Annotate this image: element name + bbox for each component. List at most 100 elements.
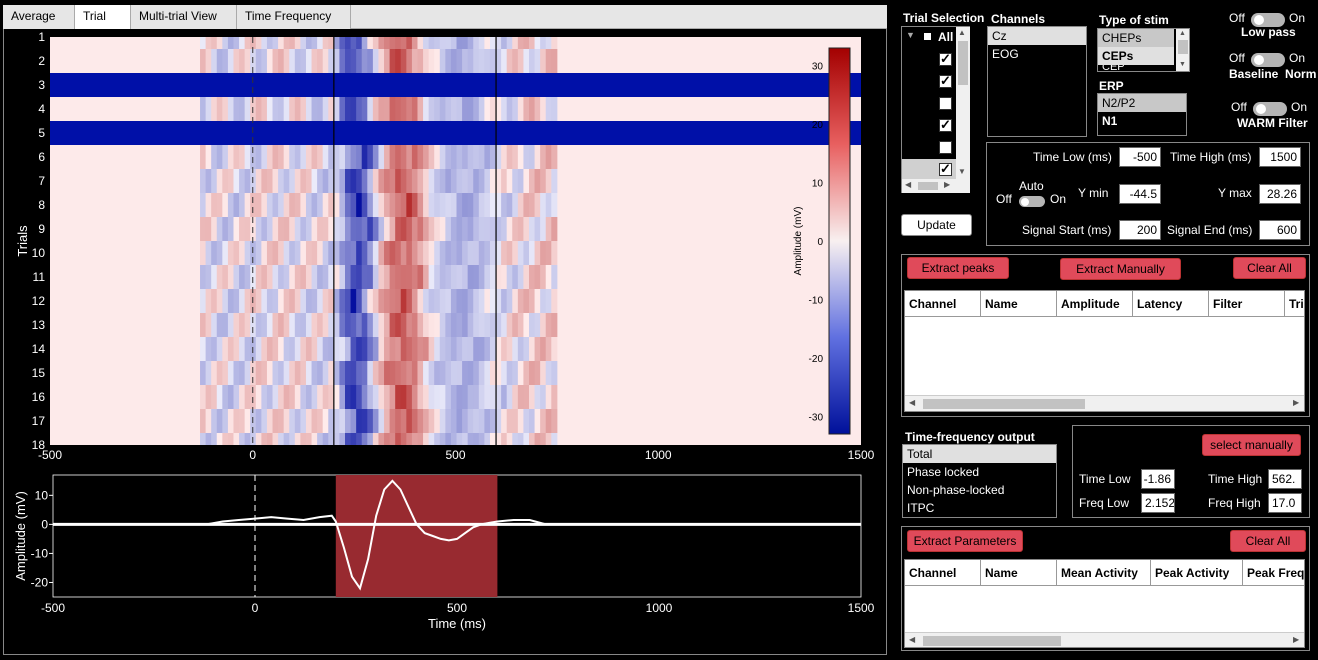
peaks-scroll-thumb[interactable]	[923, 399, 1085, 409]
peaks-col-filter[interactable]: Filter	[1209, 291, 1285, 317]
time-low-input[interactable]: -500	[1119, 147, 1161, 167]
peaks-scroll-left-icon[interactable]: ◀	[909, 398, 915, 407]
warm-filter-toggle[interactable]	[1253, 101, 1287, 116]
stim-scrollbar[interactable]: ▲ ▼	[1176, 29, 1189, 71]
erp-title: ERP	[1099, 79, 1124, 93]
channel-item-cz[interactable]: Cz	[988, 27, 1086, 45]
peaks-clear-all-button[interactable]: Clear All	[1233, 257, 1306, 279]
channels-listbox[interactable]: Cz EOG	[987, 26, 1087, 137]
baseline-toggle-group: Off On Baseline Norm	[1229, 51, 1317, 81]
channels-title: Channels	[991, 12, 1046, 26]
scroll-up-icon[interactable]: ▲	[958, 28, 966, 37]
erp-listbox[interactable]: N2/P2 N1	[1097, 93, 1187, 136]
extract-manually-button[interactable]: Extract Manually	[1060, 258, 1181, 280]
peaks-col-name[interactable]: Name	[981, 291, 1057, 317]
trial-checkbox[interactable]	[939, 161, 952, 177]
params-clear-all-button[interactable]: Clear All	[1230, 530, 1306, 552]
tf-time-low-input[interactable]: -1.86	[1141, 469, 1175, 489]
scroll-left-icon[interactable]: ◀	[905, 180, 911, 189]
update-button[interactable]: Update	[901, 214, 972, 236]
all-label: All	[938, 30, 954, 44]
peaks-col-amplitude[interactable]: Amplitude	[1057, 291, 1133, 317]
low-pass-on-label: On	[1289, 11, 1306, 25]
hscroll-thumb[interactable]	[918, 182, 938, 190]
baseline-norm-toggle[interactable]	[1251, 52, 1285, 67]
peaks-scroll-right-icon[interactable]: ▶	[1293, 398, 1299, 407]
trial-tree-hscrollbar[interactable]: ◀ ▶	[902, 179, 970, 193]
tf-time-high-label: Time High	[1208, 472, 1263, 486]
erp-ytick-label: -20	[31, 575, 49, 589]
stim-scroll-up-icon[interactable]: ▲	[1179, 30, 1186, 37]
signal-start-label: Signal Start (ms)	[1022, 223, 1112, 237]
ymax-input[interactable]: 28.26	[1259, 184, 1301, 204]
erp-chart: 10 0 -10 -20 -500 0 500 1000 1500 Time (ms) Amplit…	[13, 474, 875, 631]
stim-item-ceps[interactable]: CEPs	[1098, 47, 1174, 65]
auto-off-label: Off	[996, 192, 1012, 206]
stim-listbox[interactable]: CHEPs CEPs CEP ▲ ▼	[1097, 28, 1190, 72]
stim-item-cheps[interactable]: CHEPs	[1098, 29, 1174, 47]
trial-checkbox[interactable]	[939, 51, 952, 67]
tf-item-itpc[interactable]: ITPC	[903, 499, 1056, 517]
peaks-col-channel[interactable]: Channel	[905, 291, 981, 317]
params-scroll-right-icon[interactable]: ▶	[1293, 635, 1299, 644]
baseline-norm-label: Baseline Norm	[1229, 67, 1317, 81]
erp-item-n1[interactable]: N1	[1098, 112, 1186, 130]
stim-title: Type of stim	[1099, 13, 1169, 27]
erp-xlabel: Time (ms)	[428, 616, 486, 631]
params-hscrollbar[interactable]: ◀ ▶	[905, 632, 1304, 647]
stim-item-partial[interactable]: CEP	[1098, 65, 1174, 71]
signal-end-input[interactable]: 600	[1259, 220, 1301, 240]
params-scroll-thumb[interactable]	[923, 636, 1061, 646]
select-manually-button[interactable]: select manually	[1202, 434, 1301, 456]
baseline-off-label: Off	[1229, 51, 1245, 65]
trial-checkbox[interactable]	[939, 141, 952, 154]
params-col-channel[interactable]: Channel	[905, 560, 981, 586]
trial-tree-list: ▼ All	[902, 27, 956, 179]
peaks-col-trial[interactable]: Trial	[1285, 291, 1304, 317]
erp-item-n2p2[interactable]: N2/P2	[1098, 94, 1186, 112]
low-pass-off-label: Off	[1229, 11, 1245, 25]
collapse-arrow-icon[interactable]: ▼	[906, 30, 915, 40]
erp-ylabel: Amplitude (mV)	[13, 491, 28, 581]
scroll-thumb[interactable]	[958, 41, 968, 85]
scroll-down-icon[interactable]: ▼	[958, 167, 966, 176]
time-high-input[interactable]: 1500	[1259, 147, 1301, 167]
params-col-name[interactable]: Name	[981, 560, 1057, 586]
extract-parameters-button[interactable]: Extract Parameters	[907, 530, 1023, 552]
tf-item-total[interactable]: Total	[903, 445, 1056, 463]
extract-peaks-button[interactable]: Extract peaks	[907, 257, 1009, 279]
all-checkbox[interactable]	[922, 31, 933, 42]
auto-toggle[interactable]	[1019, 196, 1045, 208]
stim-scroll-down-icon[interactable]: ▼	[1179, 61, 1186, 68]
tf-output-title: Time-frequency output	[905, 430, 1035, 444]
params-col-mean-activity[interactable]: Mean Activity	[1057, 560, 1151, 586]
trial-checkbox[interactable]	[939, 73, 952, 89]
erp-xtick-label: 0	[252, 601, 259, 615]
tf-freq-high-input[interactable]: 17.0	[1268, 493, 1302, 513]
tf-freq-high-label: Freq High	[1208, 496, 1261, 510]
params-col-peak-activity[interactable]: Peak Activity	[1151, 560, 1243, 586]
trial-checkbox[interactable]	[939, 117, 952, 133]
trial-selection-title: Trial Selection	[903, 11, 985, 25]
tf-item-non-phase-locked[interactable]: Non-phase-locked	[903, 481, 1056, 499]
tf-freq-low-input[interactable]: 2.152	[1141, 493, 1175, 513]
erp-xtick-label: 1500	[848, 601, 875, 615]
params-scroll-left-icon[interactable]: ◀	[909, 635, 915, 644]
stim-scroll-thumb[interactable]	[1178, 40, 1188, 54]
channel-item-eog[interactable]: EOG	[988, 45, 1086, 63]
peaks-col-latency[interactable]: Latency	[1133, 291, 1209, 317]
warm-filter-toggle-group: Off On WARM Filter	[1229, 100, 1314, 130]
trial-checkbox[interactable]	[939, 97, 952, 110]
peaks-hscrollbar[interactable]: ◀ ▶	[905, 395, 1304, 411]
auto-on-label: On	[1050, 192, 1067, 206]
trial-selection-tree: ▼ All ▲ ▼ ◀ ▶	[901, 26, 970, 193]
trial-tree-vscrollbar[interactable]: ▲ ▼	[956, 27, 970, 179]
tf-item-phase-locked[interactable]: Phase locked	[903, 463, 1056, 481]
parameters-table: Channel Name Mean Activity Peak Activity…	[904, 559, 1305, 648]
tf-output-listbox[interactable]: Total Phase locked Non-phase-locked ITPC	[902, 444, 1057, 518]
params-col-peak-frequency[interactable]: Peak Frequency	[1243, 560, 1304, 586]
signal-start-input[interactable]: 200	[1119, 220, 1161, 240]
scroll-right-icon[interactable]: ▶	[944, 180, 950, 189]
ymin-input[interactable]: -44.5	[1119, 184, 1161, 204]
tf-time-high-input[interactable]: 562.	[1268, 469, 1302, 489]
